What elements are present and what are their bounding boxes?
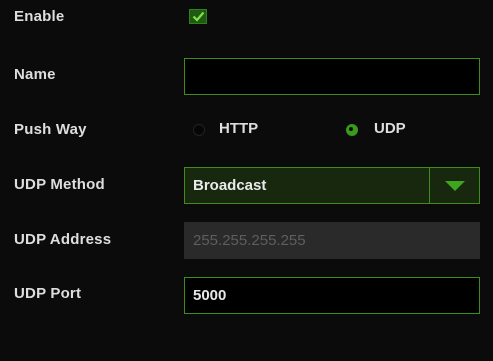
enable-checkbox[interactable]	[189, 9, 207, 24]
name-field[interactable]	[184, 58, 480, 95]
udp-port-label: UDP Port	[14, 285, 82, 302]
udp-address-label: UDP Address	[14, 231, 112, 248]
udp-address-field: 255.255.255.255	[184, 222, 480, 259]
radio-udp-label[interactable]: UDP	[374, 120, 406, 137]
chevron-down-icon	[445, 181, 465, 191]
enable-label: Enable	[14, 8, 65, 25]
radio-http[interactable]	[193, 124, 205, 136]
radio-udp[interactable]	[346, 124, 358, 136]
push-way-label: Push Way	[14, 121, 87, 138]
udp-port-field[interactable]: 5000	[184, 277, 480, 314]
udp-method-value: Broadcast	[193, 177, 267, 194]
name-label: Name	[14, 66, 56, 83]
settings-panel: Enable Name Push Way HTTP UDP UDP Method…	[0, 0, 493, 361]
check-icon	[192, 11, 205, 22]
radio-http-label[interactable]: HTTP	[219, 120, 258, 137]
udp-method-label: UDP Method	[14, 176, 105, 193]
udp-method-select[interactable]: Broadcast	[184, 167, 480, 204]
udp-method-dropdown-button[interactable]	[429, 168, 479, 203]
